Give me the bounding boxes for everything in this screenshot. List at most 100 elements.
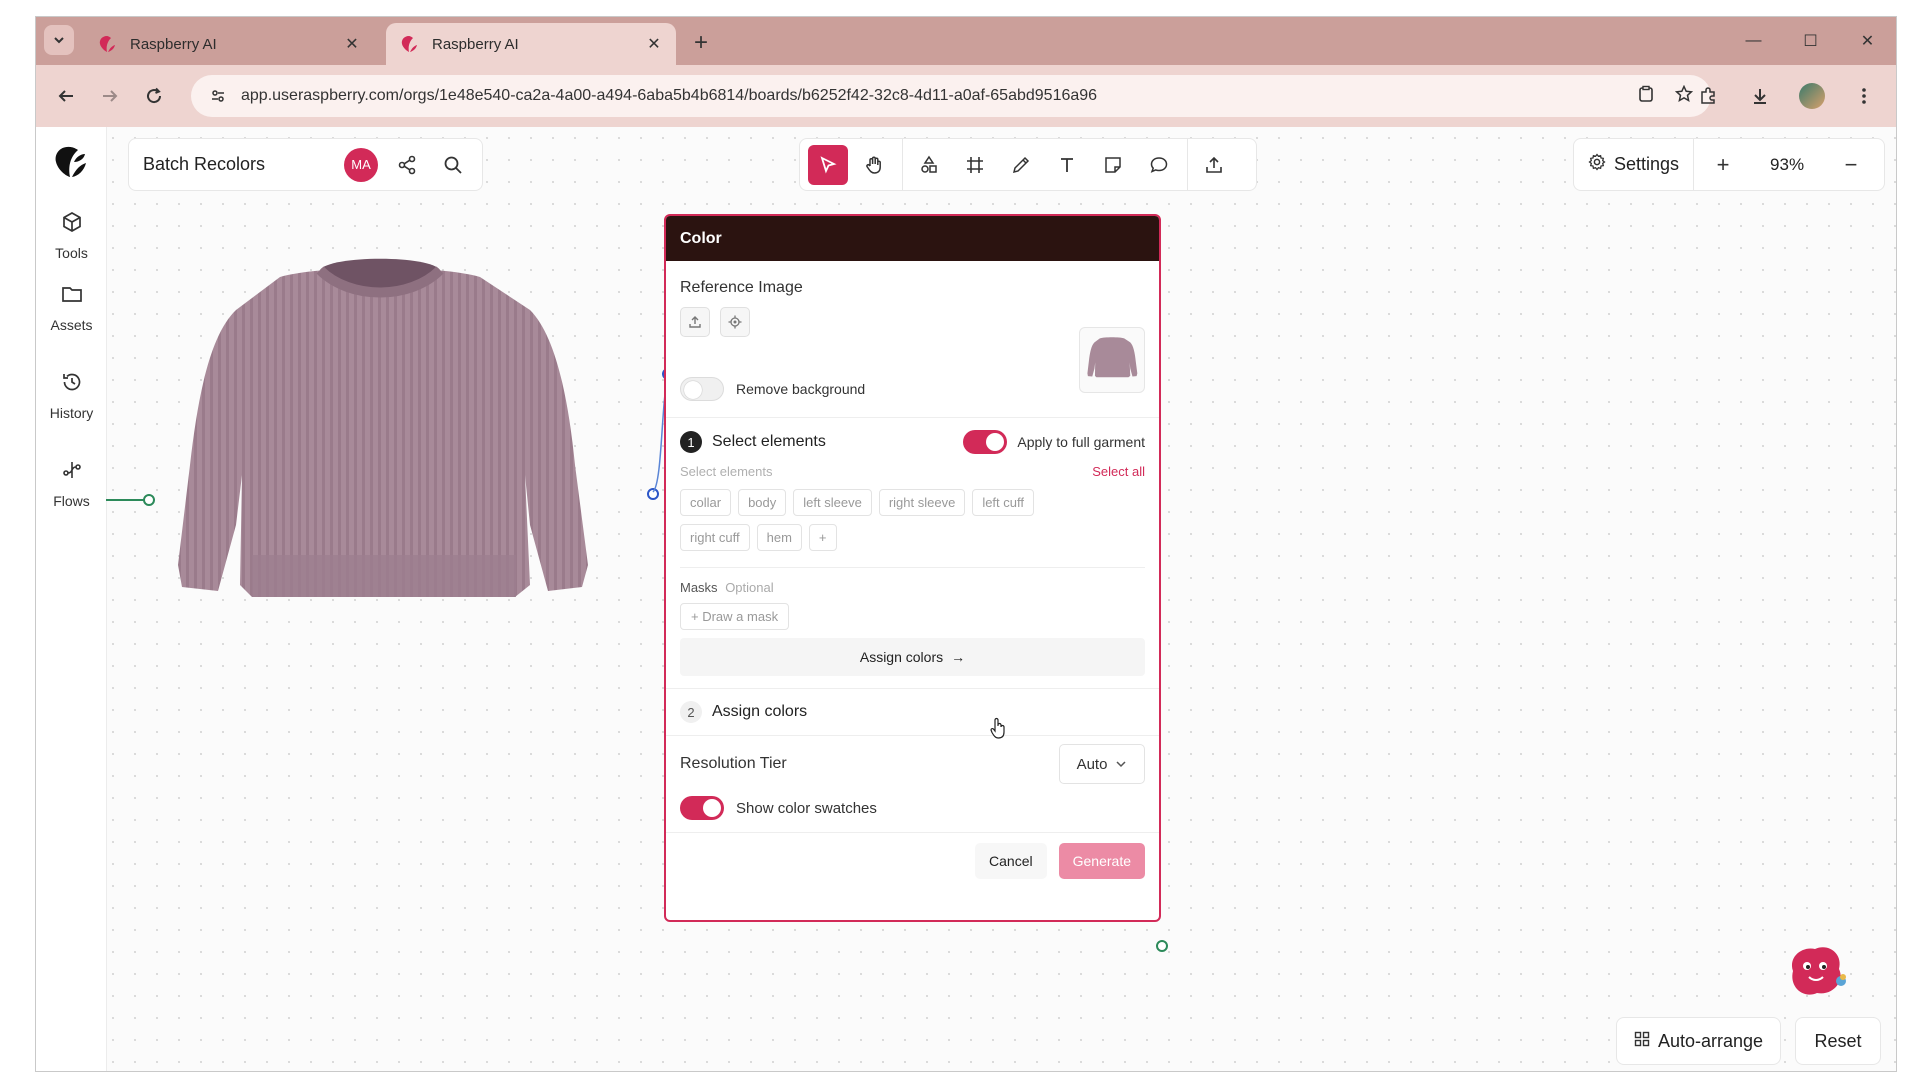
download-icon[interactable] [1738, 74, 1782, 118]
tab-bar: Raspberry AI ✕ Raspberry AI ✕ + — ☐ ✕ [36, 17, 1896, 65]
site-info-icon[interactable] [205, 83, 231, 109]
minimize-icon[interactable]: — [1725, 17, 1782, 65]
assistant-mascot-icon[interactable] [1783, 941, 1849, 999]
avatar[interactable]: MA [344, 147, 378, 182]
element-chip[interactable]: collar [680, 489, 732, 516]
url-text: app.useraspberry.com/orgs/1e48e540-ca2a-… [241, 87, 1098, 104]
upload-icon[interactable] [680, 307, 710, 337]
color-node-panel: Color Reference Image Remove background [664, 214, 1161, 922]
extensions-icon[interactable] [1686, 74, 1730, 118]
board-canvas[interactable]: Tools Assets History Flows Batch Recolor… [36, 127, 1896, 1071]
masks-optional-label: Optional [725, 580, 774, 595]
select-pointer-icon[interactable] [808, 144, 848, 185]
flows-icon [36, 455, 107, 485]
settings-button[interactable]: Settings [1574, 139, 1695, 190]
sidebar-item-history[interactable]: History [36, 367, 107, 421]
sticky-note-icon[interactable] [1093, 145, 1133, 185]
show-swatches-toggle[interactable] [680, 796, 724, 820]
raspberry-logo-icon[interactable] [50, 142, 90, 182]
element-chip[interactable]: left cuff [972, 489, 1034, 516]
element-chip[interactable]: body [738, 489, 787, 516]
apply-full-garment-toggle[interactable] [963, 430, 1008, 454]
pencil-icon[interactable] [1001, 145, 1041, 185]
resolution-tier-value: Auto [1076, 755, 1108, 773]
masks-label: Masks [680, 580, 718, 595]
node-output-port[interactable] [143, 494, 155, 506]
sidebar-item-label: Assets [50, 317, 93, 333]
select-elements-heading: Select elements [712, 433, 826, 450]
assign-colors-heading[interactable]: Assign colors [712, 703, 807, 721]
new-tab-plus-icon[interactable]: + [686, 28, 716, 58]
element-chips: collar body left sleeve right sleeve left cu… [680, 489, 1080, 559]
back-arrow-icon[interactable] [44, 74, 88, 118]
browser-tab[interactable]: Raspberry AI ✕ [84, 23, 374, 65]
auto-arrange-button[interactable]: Auto-arrange [1616, 1017, 1781, 1065]
chevron-down-icon [1116, 761, 1126, 768]
share-icon[interactable] [390, 148, 424, 182]
select-elements-hint: Select elements [680, 464, 773, 479]
element-chip[interactable]: hem [756, 524, 802, 551]
sidebar-item-tools[interactable]: Tools [36, 207, 107, 261]
window-close-icon[interactable]: ✕ [1839, 17, 1896, 65]
sidebar-item-assets[interactable]: Assets [36, 279, 107, 333]
element-chip[interactable]: right sleeve [878, 489, 966, 516]
toolbar-divider [1187, 138, 1188, 191]
raspberry-favicon-icon [96, 33, 118, 55]
reference-image-label: Reference Image [680, 279, 803, 296]
apply-full-garment-label: Apply to full garment [1017, 434, 1145, 450]
browser-tab-active[interactable]: Raspberry AI ✕ [386, 23, 676, 65]
reload-icon[interactable] [132, 74, 176, 118]
reference-image-thumbnail[interactable] [1079, 327, 1145, 393]
sidebar-item-label: History [49, 405, 94, 421]
arrow-right-icon: → [951, 649, 966, 665]
tools-icon [36, 207, 107, 237]
draw-mask-button[interactable]: + Draw a mask [680, 603, 790, 630]
comment-icon[interactable] [1139, 145, 1179, 185]
clipboard-icon[interactable] [1637, 85, 1655, 108]
shapes-icon[interactable] [909, 145, 949, 185]
element-chip[interactable]: right cuff [680, 524, 750, 551]
board-title[interactable]: Batch Recolors [143, 154, 344, 175]
tab-title: Raspberry AI [432, 35, 519, 53]
history-icon [36, 367, 107, 397]
search-icon[interactable] [436, 148, 470, 182]
close-icon[interactable]: ✕ [342, 34, 362, 54]
close-icon[interactable]: ✕ [644, 34, 664, 54]
url-bar[interactable]: app.useraspberry.com/orgs/1e48e540-ca2a-… [191, 75, 1711, 117]
generate-button[interactable]: Generate [1058, 843, 1145, 879]
text-icon[interactable] [1047, 145, 1087, 185]
cancel-button[interactable]: Cancel [975, 843, 1047, 879]
zoom-in-icon[interactable]: + [1694, 139, 1752, 190]
assign-colors-label: Assign colors [859, 649, 944, 665]
sidebar-item-flows[interactable]: Flows [36, 455, 107, 509]
window-controls: — ☐ ✕ [1725, 17, 1896, 65]
maximize-icon[interactable]: ☐ [1782, 17, 1839, 65]
folder-icon [36, 279, 107, 309]
step-number: 1 [680, 431, 702, 453]
tab-title: Raspberry AI [130, 35, 217, 53]
select-all-link[interactable]: Select all [1092, 464, 1145, 479]
element-chip[interactable]: left sleeve [793, 489, 872, 516]
connection-line [106, 499, 145, 501]
zoom-out-icon[interactable]: − [1822, 139, 1880, 190]
hand-pan-icon[interactable] [854, 145, 894, 185]
add-element-button[interactable]: + [808, 524, 837, 551]
garment-image-node[interactable] [170, 225, 590, 685]
upload-icon[interactable] [1194, 145, 1234, 185]
frame-icon[interactable] [955, 145, 995, 185]
more-menu-icon[interactable] [1842, 74, 1886, 118]
target-icon[interactable] [720, 307, 751, 337]
resolution-tier-select[interactable]: Auto [1059, 744, 1145, 784]
draw-mask-label: Draw a mask [702, 609, 779, 624]
sidebar-item-label: Tools [55, 245, 88, 261]
profile-avatar[interactable] [1790, 74, 1834, 118]
remove-background-toggle[interactable] [680, 377, 724, 401]
reset-button[interactable]: Reset [1795, 1017, 1881, 1065]
tab-search-button[interactable] [44, 25, 74, 55]
board-header: Batch Recolors MA [128, 138, 483, 191]
forward-arrow-icon[interactable] [88, 74, 132, 118]
assign-colors-button[interactable]: Assign colors → [680, 638, 1145, 676]
address-bar-row: app.useraspberry.com/orgs/1e48e540-ca2a-… [36, 65, 1896, 127]
node-output-port[interactable] [1156, 940, 1168, 952]
plus-icon: + [691, 609, 703, 624]
